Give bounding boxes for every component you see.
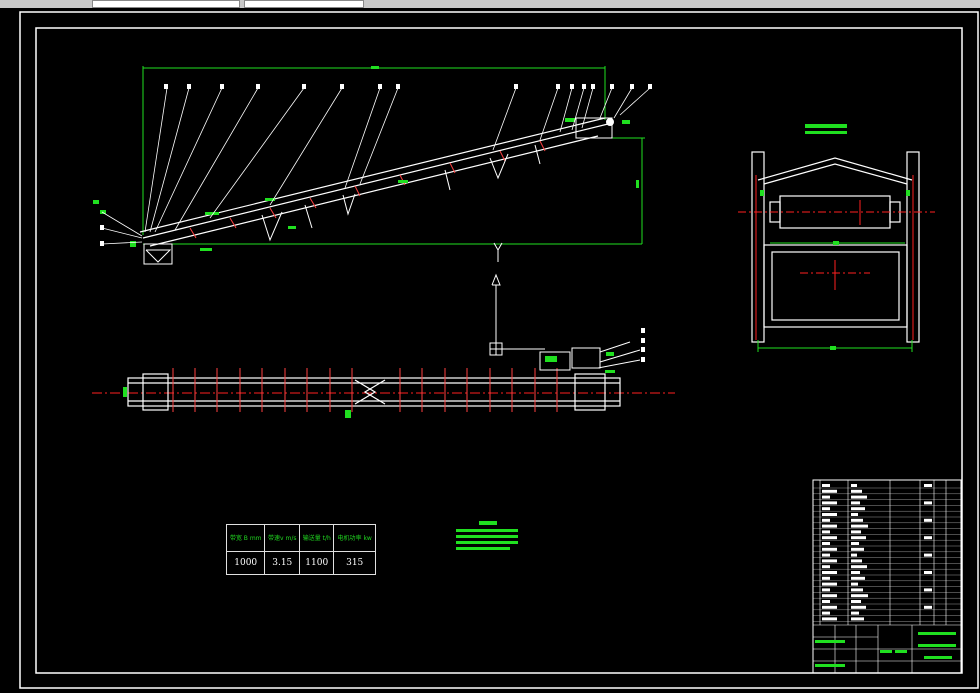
section-view [738, 124, 935, 352]
param-header-capacity: 输送量 t/h [299, 524, 335, 552]
param-value-motor-power: 315 [333, 551, 376, 575]
param-header-belt-width: 带宽 B mm [225, 524, 266, 552]
section-arrow [489, 242, 545, 356]
window-toolbar [0, 0, 980, 8]
toolbar-dropdown-layer[interactable] [92, 0, 240, 8]
parameter-table: 带宽 B mm 带速v m/s 输送量 t/h 电机功率 kw 1000 3.1… [225, 524, 376, 575]
elevation-view [93, 66, 652, 265]
param-value-belt-width: 1000 [225, 551, 266, 575]
cad-drawing-canvas[interactable] [0, 8, 980, 693]
plan-view [92, 328, 675, 418]
param-header-belt-speed: 带速v m/s [264, 524, 301, 552]
toolbar-dropdown-linetype[interactable] [244, 0, 364, 8]
title-block [812, 479, 962, 674]
param-value-capacity: 1100 [299, 551, 335, 575]
technical-notes-block [456, 521, 518, 550]
param-header-motor-power: 电机功率 kw [333, 524, 376, 552]
param-value-belt-speed: 3.15 [264, 551, 301, 575]
